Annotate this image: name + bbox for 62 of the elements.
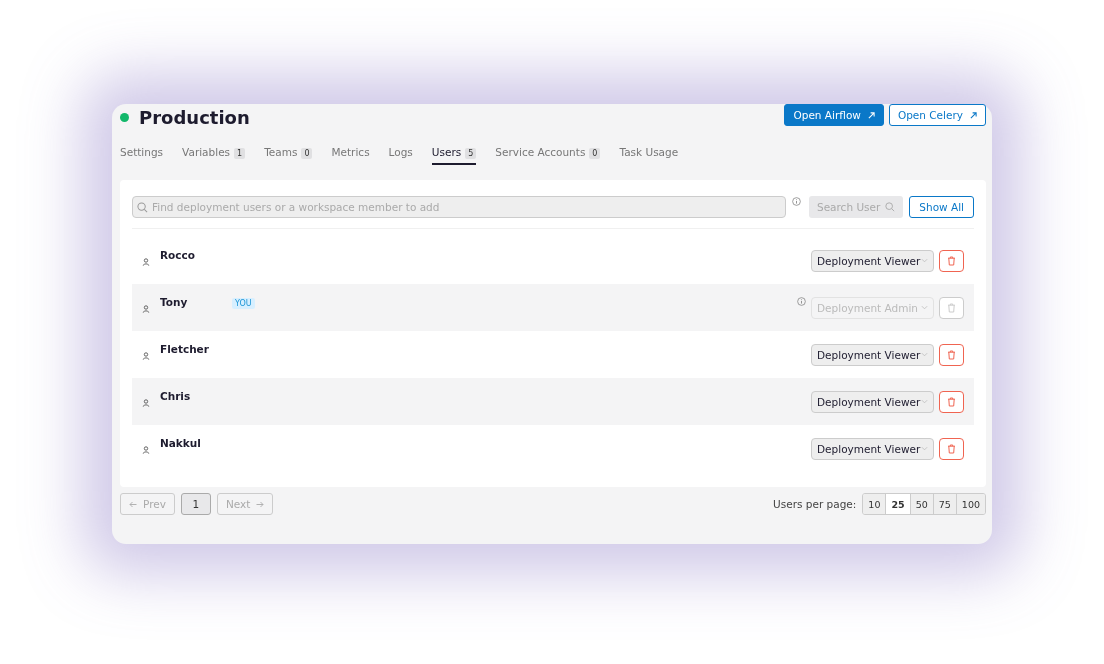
user-icon — [142, 257, 150, 266]
deployment-title: Production — [139, 107, 250, 128]
role-select[interactable]: Deployment Viewer — [811, 343, 934, 366]
page-number-button[interactable]: 1 — [180, 493, 211, 515]
arrow-right-icon — [256, 500, 265, 508]
role-select[interactable]: Deployment Viewer — [811, 249, 934, 272]
delete-button[interactable] — [939, 249, 964, 272]
tab[interactable]: Teams 0 — [264, 146, 313, 165]
user-name: Nakkul — [160, 436, 202, 449]
per-page-option[interactable]: 100 — [955, 494, 985, 514]
user-icon — [142, 398, 150, 407]
user-icon — [142, 304, 150, 313]
tab[interactable]: Task Usage — [619, 146, 679, 165]
user-name: Rocco — [160, 248, 196, 261]
open-link-button[interactable]: Open Airflow — [784, 104, 884, 126]
tab[interactable]: Variables 1 — [182, 146, 246, 165]
external-link-icon — [970, 111, 977, 119]
tab-count: 1 — [234, 148, 246, 159]
you-badge: YOU — [232, 297, 255, 309]
user-icon — [142, 351, 150, 360]
user-name: Fletcher — [160, 342, 210, 355]
arrow-left-icon — [129, 500, 137, 508]
tab-count: 5 — [465, 148, 477, 159]
tab[interactable]: Metrics — [331, 146, 370, 165]
tab[interactable]: Users 5 — [431, 146, 477, 165]
delete-button[interactable] — [939, 437, 964, 460]
trash-icon — [947, 349, 956, 360]
search-icon — [137, 202, 148, 213]
search-field[interactable]: Find deployment users or a workspace member to add — [132, 196, 786, 218]
tab-count: 0 — [301, 148, 313, 159]
tab[interactable]: Service Accounts 0 — [495, 146, 601, 165]
tab[interactable]: Logs — [388, 146, 413, 165]
chevron-down-icon — [921, 258, 928, 263]
per-page-label: Users per page: — [773, 498, 857, 510]
chevron-down-icon — [921, 446, 928, 451]
per-page-option[interactable]: 10 — [863, 494, 886, 514]
per-page-option[interactable]: 75 — [932, 494, 956, 514]
trash-icon — [947, 302, 956, 313]
per-page-option[interactable]: 25 — [885, 494, 910, 514]
trash-icon — [947, 396, 956, 407]
delete-button[interactable] — [939, 296, 964, 319]
user-name: Chris — [160, 389, 192, 402]
delete-button[interactable] — [939, 390, 964, 413]
open-link-button[interactable]: Open Celery — [888, 104, 986, 126]
info-icon — [791, 197, 801, 206]
trash-icon — [947, 443, 956, 454]
show-all-button[interactable]: Show All — [909, 196, 974, 218]
chevron-down-icon — [921, 305, 928, 310]
tab[interactable]: Settings — [120, 146, 164, 165]
info-icon — [797, 297, 806, 306]
role-select[interactable]: Deployment Viewer — [811, 437, 934, 460]
per-page-option[interactable]: 50 — [909, 494, 933, 514]
trash-icon — [947, 255, 956, 266]
chevron-down-icon — [921, 399, 928, 404]
external-link-icon — [867, 111, 875, 119]
user-name: Tony — [160, 295, 189, 308]
role-select[interactable]: Deployment Viewer — [811, 390, 934, 413]
user-icon — [142, 445, 150, 454]
search-icon — [885, 202, 896, 212]
tab-count: 0 — [589, 148, 601, 159]
delete-button[interactable] — [939, 343, 964, 366]
chevron-down-icon — [921, 352, 928, 357]
